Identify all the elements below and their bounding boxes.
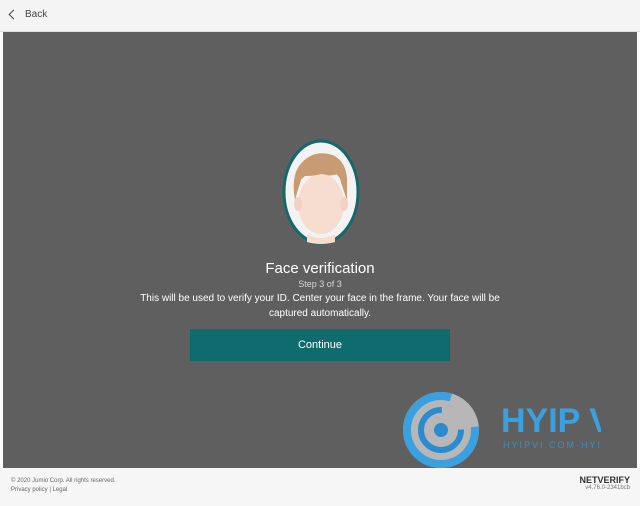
footer: © 2020 Jumio Corp. All rights reserved. … [0,468,640,506]
brand-name: NETVERIFY [579,475,630,485]
footer-legal-block: © 2020 Jumio Corp. All rights reserved. … [11,477,115,495]
privacy-policy-link[interactable]: Privacy policy [11,487,48,493]
top-bar: Back [0,0,640,32]
version-text: v4.76.0-2341bcb [585,485,630,491]
watermark-subtext: HYIPVI.COM·HYIP [503,440,601,450]
page-title: Face verification [265,260,375,277]
back-label: Back [25,9,48,20]
brand-block: NETVERIFY v4.76.0-2341bcb [579,475,630,491]
watermark-text: HYIP VI [501,402,601,440]
instruction-text: This will be used to verify your ID. Cen… [140,293,500,319]
step-indicator: Step 3 of 3 [298,279,342,289]
back-button[interactable]: Back [8,9,48,20]
face-illustration-icon [282,139,360,245]
chevron-left-icon [8,9,19,20]
verification-panel: Face verification Step 3 of 3 This will … [3,32,637,468]
continue-button[interactable]: Continue [190,329,450,361]
copyright-text: © 2020 Jumio Corp. All rights reserved. [11,478,116,484]
footer-separator: | [49,487,51,493]
watermark-logo: HYIP VI HYIPVI.COM·HYIP [403,392,601,468]
legal-link[interactable]: Legal [53,487,68,493]
